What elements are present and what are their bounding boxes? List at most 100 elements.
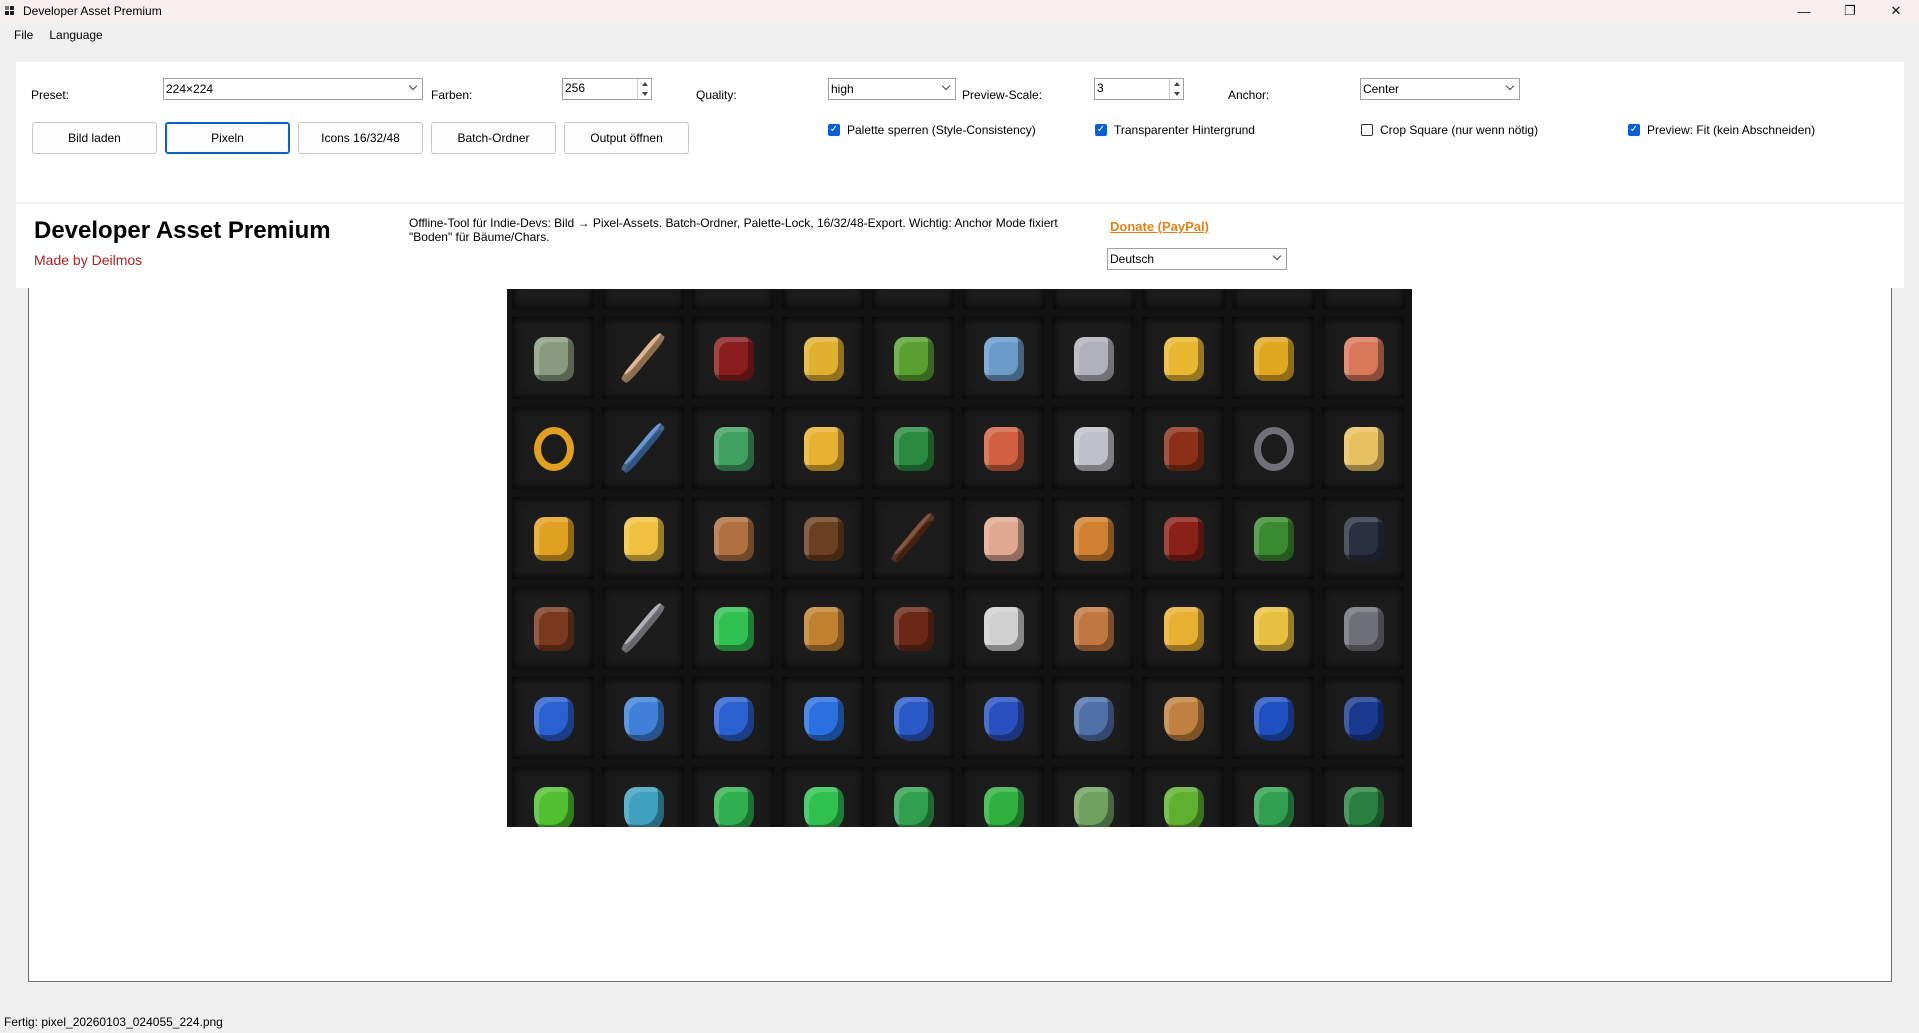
- sprite-cell: [1142, 587, 1224, 669]
- sprite-cell: [1322, 767, 1404, 827]
- sprite-cell: [782, 497, 864, 579]
- herb-green-icon: [894, 427, 934, 471]
- key-icon: [804, 337, 844, 381]
- app-icon: [5, 6, 15, 16]
- sprite-cell: [872, 289, 955, 309]
- target-icon: [1344, 337, 1384, 381]
- flask-blue-icon: [714, 697, 754, 741]
- cauldron-green-icon: [1164, 787, 1204, 827]
- sprite-cell: [782, 317, 864, 399]
- sprite-cell: [1142, 767, 1224, 827]
- meat-icon: [984, 517, 1024, 561]
- checkbox-empty-icon: [1361, 124, 1373, 136]
- icons-export-button[interactable]: Icons 16/32/48: [298, 122, 423, 154]
- sprite-cell: [1322, 497, 1404, 579]
- colors-stepper[interactable]: 256: [562, 78, 652, 100]
- open-output-button[interactable]: Output öffnen: [564, 122, 689, 154]
- sprite-cell: [1232, 587, 1314, 669]
- status-bar: Fertig: pixel_20260103_024055_224.png: [0, 1010, 1919, 1033]
- flask-green-icon: [714, 787, 754, 827]
- sprite-cell: [512, 317, 594, 399]
- sprite-cell: [1142, 317, 1224, 399]
- vial-blue-icon: [624, 697, 664, 741]
- wand-icon: [619, 421, 667, 475]
- preset-select[interactable]: 224×224: [163, 78, 423, 100]
- author-credit: Made by Deilmos: [34, 252, 143, 268]
- hat-icon: [1344, 697, 1384, 741]
- sprite-cell: [1142, 677, 1224, 759]
- checkmark-icon: ✓: [828, 124, 840, 136]
- berries-icon: [1164, 427, 1204, 471]
- language-select[interactable]: Deutsch: [1107, 248, 1287, 270]
- sprite-cell: [1142, 407, 1224, 489]
- transparent-bg-checkbox[interactable]: ✓ Transparenter Hintergrund: [1095, 123, 1255, 137]
- scroll-icon: [1254, 607, 1294, 651]
- close-icon[interactable]: ✕: [1873, 0, 1919, 22]
- sprite-cell: [602, 317, 684, 399]
- sack-icon: [804, 607, 844, 651]
- checkmark-icon: ✓: [1095, 124, 1107, 136]
- sprite-cell: [782, 677, 864, 759]
- quality-label: Quality:: [696, 88, 737, 102]
- menu-language[interactable]: Language: [41, 28, 110, 42]
- sprite-cell: [1052, 677, 1134, 759]
- letter-icon: [1164, 607, 1204, 651]
- crop-square-checkbox[interactable]: Crop Square (nur wenn nötig): [1361, 123, 1538, 137]
- sprite-cell: [1052, 317, 1134, 399]
- pixelate-button[interactable]: Pixeln: [165, 122, 290, 154]
- feather-icon: [984, 427, 1024, 471]
- ring-dark-icon: [1254, 427, 1294, 471]
- jar-blue-icon: [534, 697, 574, 741]
- vial-green-icon: [714, 427, 754, 471]
- preview-scale-stepper[interactable]: 3: [1094, 78, 1184, 100]
- chevron-down-icon: [941, 81, 951, 91]
- sprite-cell: [962, 767, 1044, 827]
- title-bar: Developer Asset Premium — ❐ ✕: [0, 0, 1919, 22]
- colors-value: 256: [565, 81, 586, 95]
- restore-icon[interactable]: ❐: [1827, 0, 1873, 22]
- mushroom-icon: [1254, 517, 1294, 561]
- chevron-down-icon: [1272, 251, 1282, 261]
- minimize-icon[interactable]: —: [1781, 0, 1827, 22]
- preview-image: [507, 289, 1412, 827]
- batch-folder-button[interactable]: Batch-Ordner: [431, 122, 556, 154]
- sprite-cell: [1052, 497, 1134, 579]
- potion-green-icon: [804, 787, 844, 827]
- sprite-cell: [1322, 677, 1404, 759]
- coins-icon: [1254, 337, 1294, 381]
- sprite-cell: [782, 407, 864, 489]
- menu-file[interactable]: File: [6, 28, 41, 42]
- preview-scale-value: 3: [1097, 81, 1104, 95]
- anchor-select[interactable]: Center: [1360, 78, 1520, 100]
- sprite-cell: [512, 587, 594, 669]
- sprite-cell: [872, 407, 954, 489]
- sprite-cell: [872, 497, 954, 579]
- stepper-arrows-icon[interactable]: [1169, 79, 1183, 99]
- palette-lock-checkbox[interactable]: ✓ Palette sperren (Style-Consistency): [828, 123, 1036, 137]
- sword-icon: [619, 331, 667, 385]
- chevron-down-icon: [1505, 81, 1515, 91]
- cloth-icon: [1344, 787, 1384, 827]
- sprite-cell: [602, 767, 684, 827]
- book-icon: [1164, 517, 1204, 561]
- sprite-cell: [1142, 289, 1225, 309]
- preview-fit-label: Preview: Fit (kein Abschneiden): [1647, 123, 1816, 137]
- sprite-cell: [512, 289, 594, 309]
- sprite-cell: [962, 587, 1044, 669]
- quality-select[interactable]: high: [828, 78, 956, 100]
- candle-icon: [1164, 337, 1204, 381]
- donate-link[interactable]: Donate (PayPal): [1110, 219, 1209, 234]
- sprite-cell: [1322, 289, 1405, 309]
- sprite-cell: [1322, 317, 1404, 399]
- map-icon: [1344, 427, 1384, 471]
- sprite-cell: [872, 767, 954, 827]
- sprite-cell: [962, 497, 1044, 579]
- sprite-cell: [692, 677, 774, 759]
- load-image-button[interactable]: Bild laden: [32, 122, 157, 154]
- sprite-cell: [1142, 497, 1224, 579]
- checkmark-icon: ✓: [1628, 124, 1640, 136]
- stepper-arrows-icon[interactable]: [637, 79, 651, 99]
- bowl-icon: [714, 517, 754, 561]
- preview-fit-checkbox[interactable]: ✓ Preview: Fit (kein Abschneiden): [1628, 123, 1815, 137]
- sprite-cell: [1052, 767, 1134, 827]
